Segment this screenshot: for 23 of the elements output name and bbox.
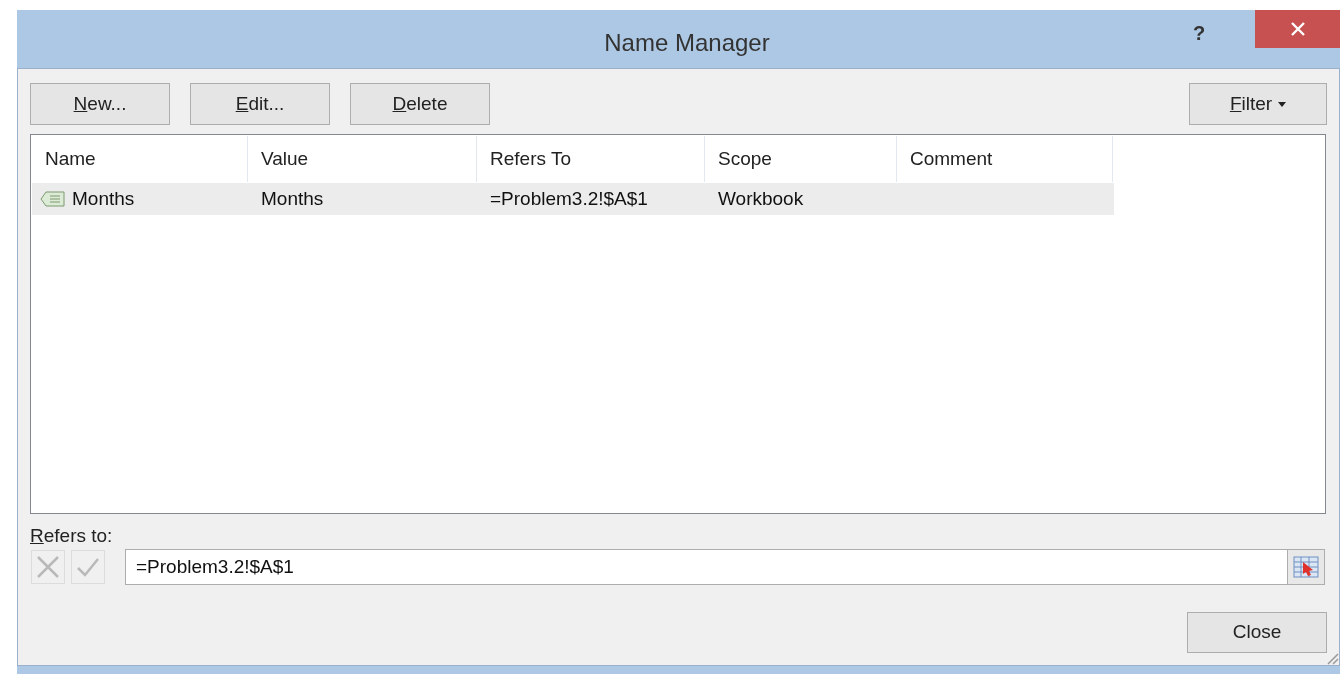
toolbar-button[interactable]: Delete xyxy=(350,83,490,125)
refers-to-label: Refers to: xyxy=(30,525,113,546)
table-cell-text: Workbook xyxy=(718,186,804,211)
resize-grip-icon xyxy=(1325,651,1339,665)
table-cell-text: Months xyxy=(72,186,135,211)
toolbar-button[interactable]: New... xyxy=(30,83,170,125)
grid-arrow-icon xyxy=(1293,556,1319,578)
cross-icon xyxy=(36,555,60,579)
cancel-edit-button[interactable] xyxy=(31,550,65,584)
refers-to-field[interactable]: =Problem3.2!$A$1 xyxy=(125,549,1287,585)
table-cell-text: =Problem3.2!$A$1 xyxy=(490,186,648,211)
toolbar-button[interactable]: Edit... xyxy=(190,83,330,125)
range-select-button[interactable] xyxy=(1287,549,1325,585)
name-tag-icon xyxy=(40,191,66,207)
name-row[interactable]: Months Months =Problem3.2!$A$1 Workbook xyxy=(32,183,1114,215)
close-dialog-button[interactable]: Close xyxy=(1187,612,1327,653)
close-icon xyxy=(1291,22,1305,36)
help-button[interactable]: ? xyxy=(1193,18,1206,48)
window-title: Name Manager xyxy=(604,29,770,56)
close-button[interactable] xyxy=(1255,10,1340,48)
filter-button[interactable]: Filter xyxy=(1189,83,1327,125)
table-cell-text: Months xyxy=(261,186,324,211)
confirm-edit-button[interactable] xyxy=(71,550,105,584)
